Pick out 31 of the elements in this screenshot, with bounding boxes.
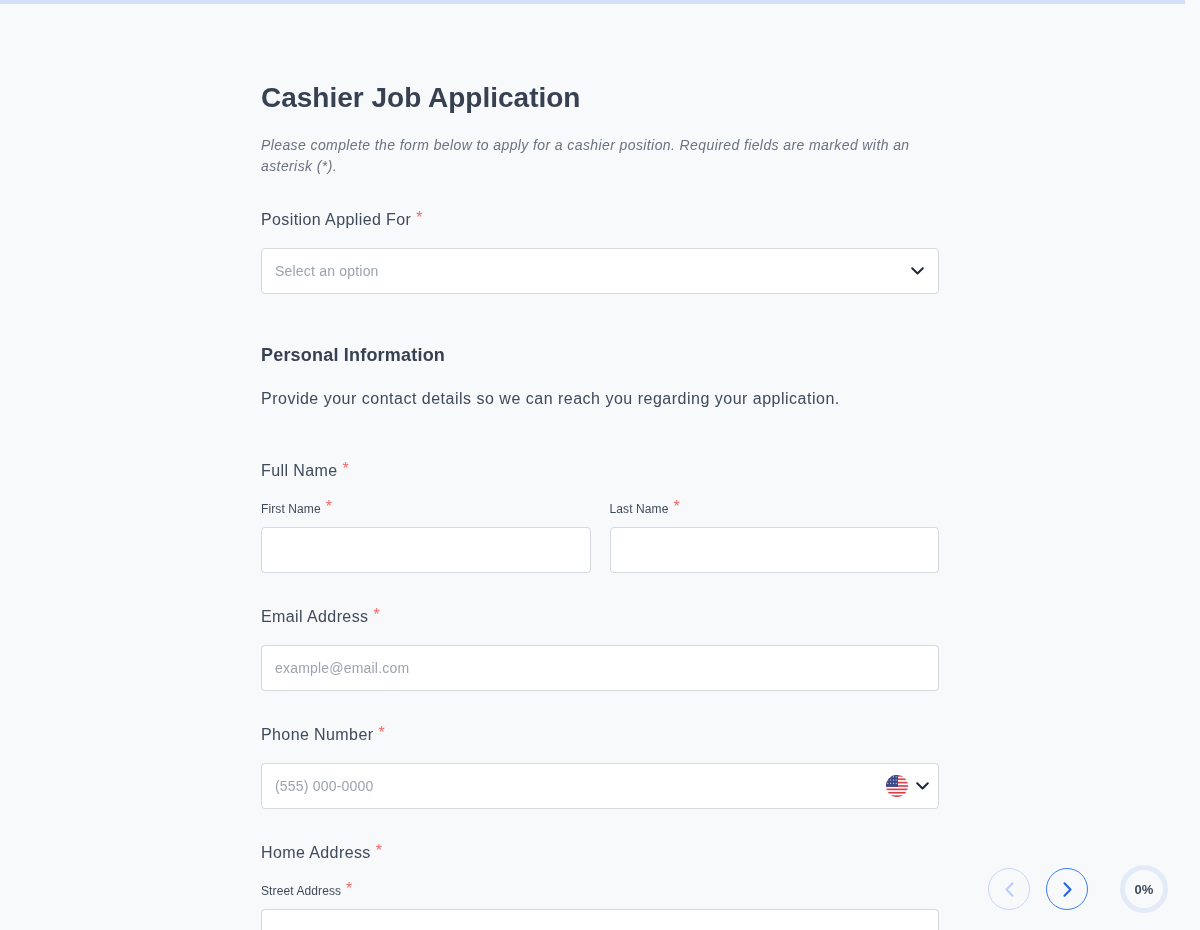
required-asterisk: * <box>342 459 349 479</box>
text-input[interactable] <box>609 527 939 573</box>
field-label: Email Address <box>261 607 369 627</box>
required-asterisk: * <box>375 841 382 861</box>
sub-label: Last Name <box>609 501 669 518</box>
required-asterisk: * <box>378 723 385 743</box>
field-label: Full Name <box>261 461 338 481</box>
form-description: Please complete the form below to apply for a cashier position. Required fields are marked with an asterisk (*). <box>261 136 911 176</box>
chevron-down-icon <box>911 267 924 275</box>
sub-label: Street Address <box>261 883 342 900</box>
section-description: Provide your contact details so we can reach you regarding your application. <box>261 389 841 409</box>
required-asterisk: * <box>373 605 380 625</box>
chevron-down-icon <box>916 782 929 790</box>
email-input[interactable]: example@email.com <box>261 645 939 691</box>
text-input[interactable] <box>261 527 591 573</box>
required-asterisk: * <box>346 882 353 896</box>
progress-percentage: 0% <box>1134 881 1154 897</box>
field-label: Phone Number <box>261 725 374 745</box>
chevron-right-icon <box>1062 881 1072 897</box>
required-asterisk: * <box>416 208 423 228</box>
field-label: Position Applied For <box>261 210 412 230</box>
sub-label: First Name <box>261 501 321 518</box>
required-asterisk: * <box>673 500 680 514</box>
country-picker[interactable] <box>886 775 929 797</box>
required-asterisk: * <box>325 500 332 514</box>
section-heading: Personal Information <box>261 344 446 367</box>
phone-input[interactable]: (555) 000-0000 <box>261 763 939 809</box>
field-label: Home Address <box>261 843 371 863</box>
chevron-left-icon <box>1004 881 1014 897</box>
select-dropdown[interactable]: Select an option <box>261 248 939 294</box>
form-title: Cashier Job Application <box>261 81 581 115</box>
